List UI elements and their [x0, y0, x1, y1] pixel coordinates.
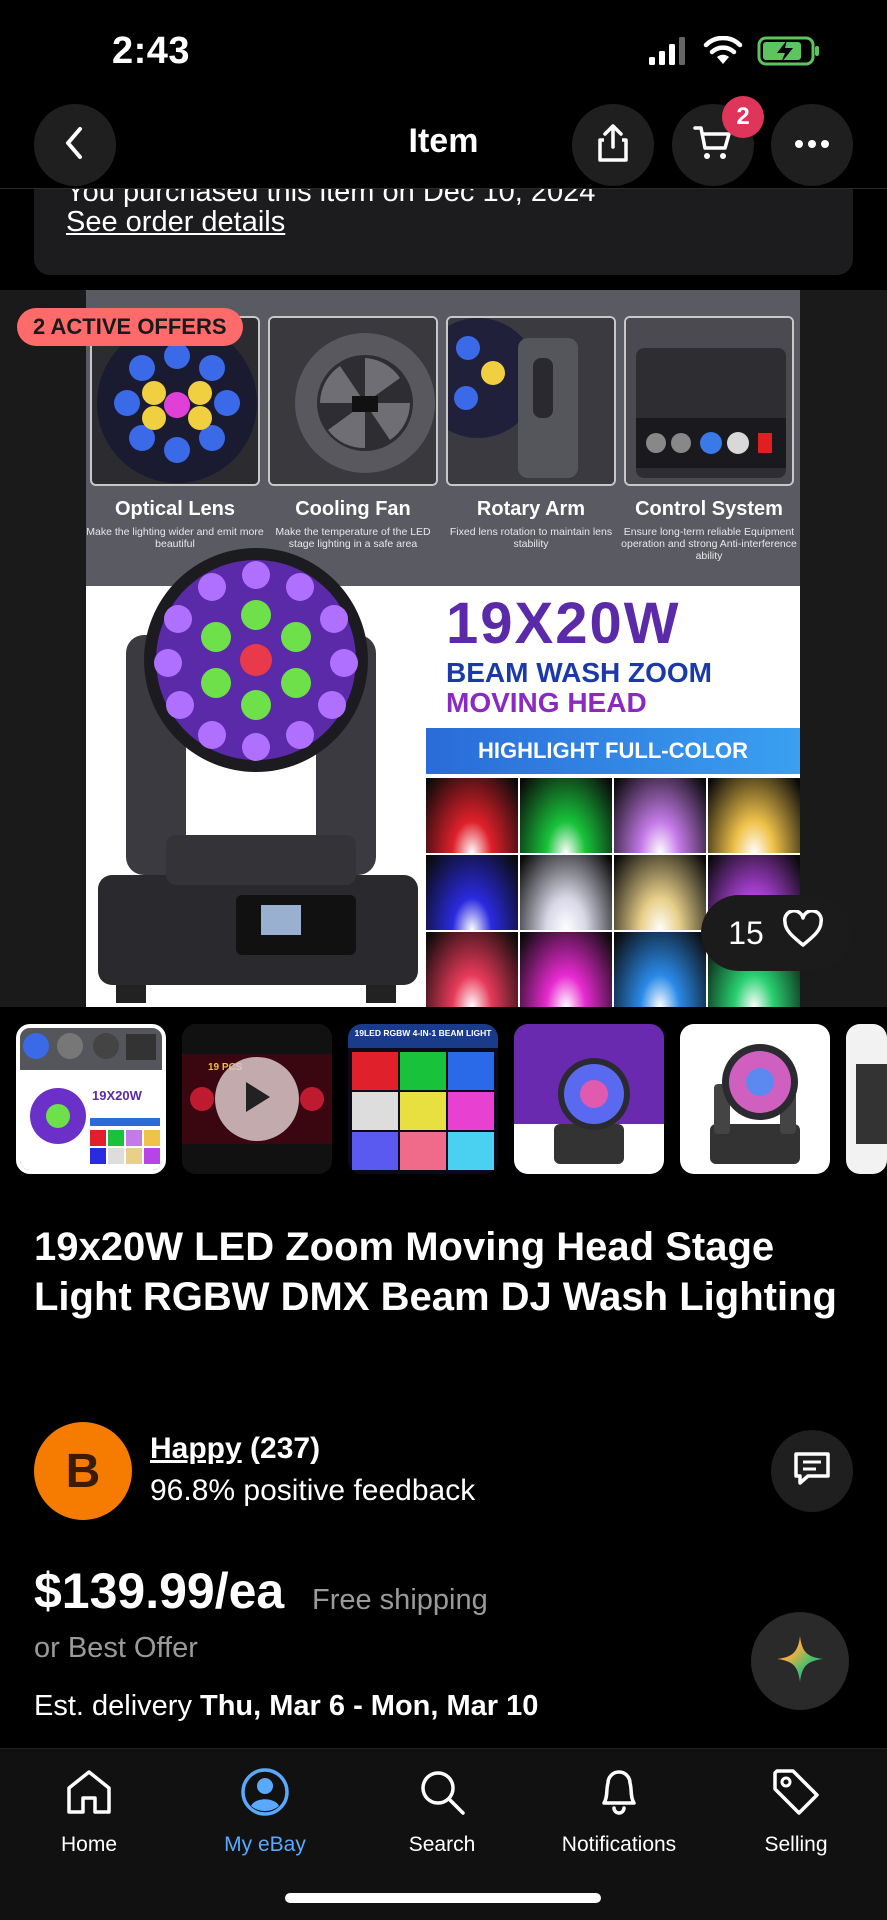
thumbnail-1[interactable]: 19X20W — [16, 1024, 166, 1174]
highlight-banner: HIGHLIGHT FULL-COLOR — [426, 728, 800, 774]
tag-icon — [716, 1761, 876, 1823]
search-icon — [362, 1761, 522, 1823]
color-sample — [614, 855, 706, 930]
cooling-fan-image — [268, 316, 438, 486]
share-button[interactable] — [572, 104, 654, 186]
seller-feedback-count: (237) — [250, 1432, 321, 1465]
more-icon — [794, 136, 830, 154]
color-sample — [708, 778, 800, 853]
status-bar: 2:43 — [0, 0, 887, 105]
rotary-arm-image — [446, 316, 616, 486]
color-sample — [520, 778, 612, 853]
seller-name-link[interactable]: Happy — [150, 1432, 242, 1465]
ai-assistant-button[interactable] — [751, 1612, 849, 1710]
est-delivery-label: Est. delivery — [34, 1690, 200, 1722]
home-icon — [9, 1761, 169, 1823]
svg-text:19X20W: 19X20W — [92, 1088, 143, 1103]
product-image-carousel[interactable]: 2 ACTIVE OFFERS Optical Lens Cooling Fan… — [0, 290, 887, 1007]
tab-notifications-label: Notifications — [561, 1833, 677, 1856]
tab-notifications[interactable]: Notifications — [539, 1761, 699, 1857]
feature-title: Cooling Fan — [295, 498, 411, 520]
estimated-delivery: Est. delivery Thu, Mar 6 - Mon, Mar 10 — [34, 1690, 538, 1723]
message-seller-button[interactable] — [771, 1430, 853, 1512]
wifi-icon — [703, 35, 743, 71]
signal-icon — [649, 37, 689, 70]
profile-icon — [185, 1761, 345, 1823]
hero-big-title: 19X20W — [446, 591, 681, 656]
feature-desc: Ensure long-term reliable Equipment oper… — [621, 526, 797, 562]
moving-head-illustration — [86, 545, 431, 1007]
tab-my-ebay-label: My eBay — [224, 1833, 306, 1856]
home-indicator — [285, 1893, 601, 1903]
seller-positive-feedback: 96.8% positive feedback — [150, 1474, 476, 1507]
tab-search[interactable]: Search — [362, 1761, 522, 1857]
more-options-button[interactable] — [771, 104, 853, 186]
feature-desc: Fixed lens rotation to maintain lens sta… — [449, 526, 613, 550]
status-time: 2:43 — [112, 30, 191, 72]
tab-home-label: Home — [60, 1833, 118, 1856]
nav-divider — [0, 188, 887, 189]
seller-avatar[interactable]: B — [34, 1422, 132, 1520]
play-icon — [240, 1078, 274, 1121]
thumbnail-5[interactable] — [680, 1024, 830, 1174]
thumbnail-4[interactable] — [514, 1024, 664, 1174]
thumbnail-strip: 19X20W 19 PCS 19LED RGBW 4-IN-1 BEAM LIG… — [16, 1024, 887, 1174]
sparkle-icon — [775, 1634, 825, 1689]
color-sample — [426, 932, 518, 1007]
see-order-details-link[interactable]: See order details — [66, 206, 285, 239]
hero-subtitle-2: MOVING HEAD — [446, 687, 647, 718]
heart-icon — [782, 909, 824, 956]
chat-icon — [792, 1450, 832, 1493]
color-samples-grid — [426, 778, 800, 1007]
color-sample — [426, 855, 518, 930]
watch-like-button[interactable]: 15 — [701, 895, 851, 971]
cart-button[interactable]: 2 — [672, 96, 764, 186]
feature-title: Optical Lens — [114, 498, 236, 520]
tab-selling[interactable]: Selling — [716, 1761, 876, 1857]
like-count: 15 — [728, 914, 764, 951]
tab-search-label: Search — [408, 1833, 476, 1856]
color-sample — [520, 932, 612, 1007]
tab-home[interactable]: Home — [9, 1761, 169, 1857]
battery-icon — [757, 36, 821, 71]
seller-name-row: Happy (237) — [150, 1432, 320, 1466]
play-button[interactable] — [215, 1057, 299, 1141]
feature-title: Rotary Arm — [476, 498, 586, 520]
hero-subtitle-1: BEAM WASH ZOOM — [446, 657, 712, 688]
active-offers-badge: 2 ACTIVE OFFERS — [17, 308, 243, 346]
color-sample — [614, 932, 706, 1007]
top-navigation: Item 2 — [0, 96, 887, 188]
color-sample — [426, 778, 518, 853]
bell-icon — [539, 1761, 699, 1823]
product-main-image[interactable]: Optical Lens Cooling Fan Rotary Arm Cont… — [86, 290, 800, 1007]
tab-selling-label: Selling — [764, 1833, 828, 1856]
color-sample — [520, 855, 612, 930]
control-system-image — [624, 316, 794, 486]
tab-my-ebay[interactable]: My eBay — [185, 1761, 345, 1857]
thumbnail-3-label: 19LED RGBW 4-IN-1 BEAM LIGHT — [355, 1028, 493, 1038]
share-icon — [595, 123, 631, 168]
cart-count-badge: 2 — [722, 96, 764, 138]
product-title: 19x20W LED Zoom Moving Head Stage Light … — [34, 1225, 837, 1319]
best-offer-text: or Best Offer — [34, 1632, 198, 1664]
thumbnail-6[interactable] — [846, 1024, 887, 1174]
item-price: $139.99/ea — [34, 1563, 285, 1619]
color-sample — [614, 778, 706, 853]
thumbnail-video[interactable]: 19 PCS — [182, 1024, 332, 1174]
est-delivery-dates: Thu, Mar 6 - Mon, Mar 10 — [200, 1690, 539, 1722]
thumbnail-3[interactable]: 19LED RGBW 4-IN-1 BEAM LIGHT — [348, 1024, 498, 1174]
feature-title: Control System — [635, 498, 783, 520]
status-icons — [649, 35, 821, 71]
shipping-info: Free shipping — [312, 1584, 488, 1616]
